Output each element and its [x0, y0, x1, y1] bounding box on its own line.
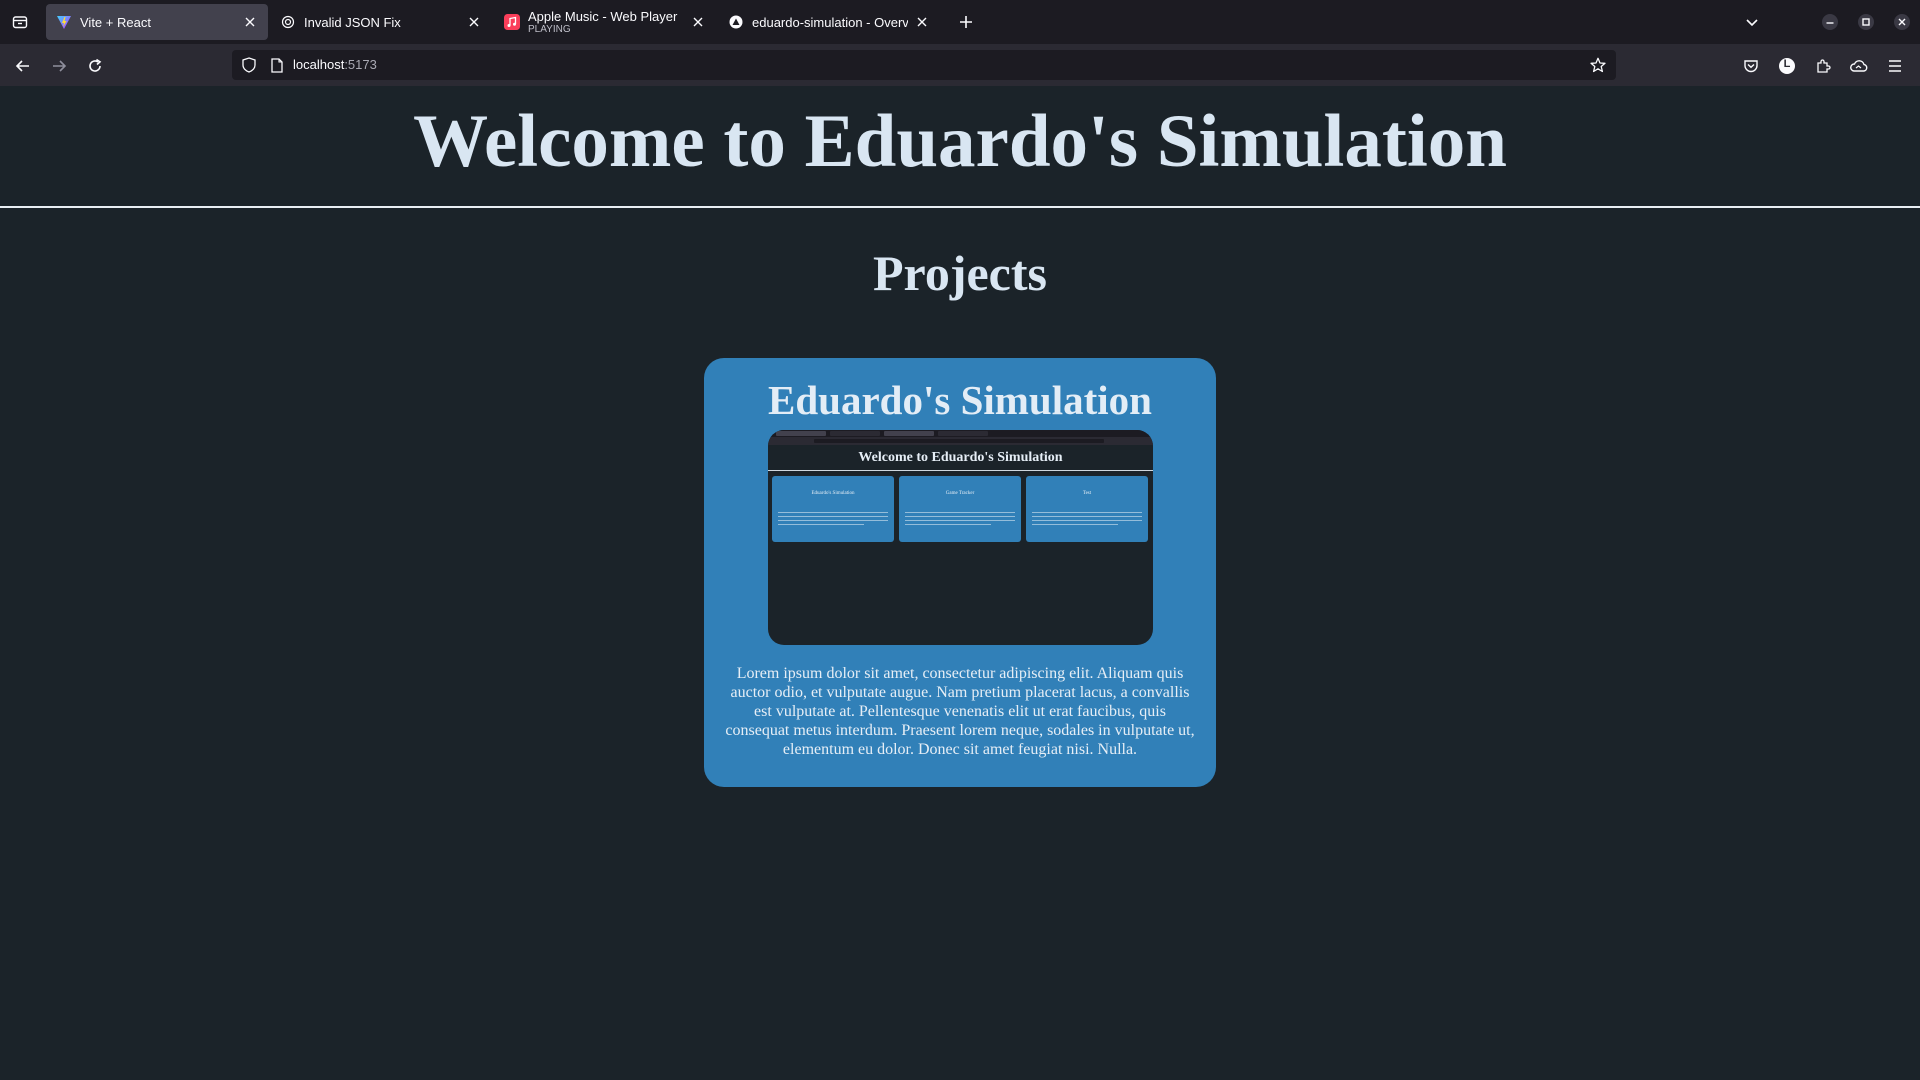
forward-arrow-icon[interactable] — [46, 53, 72, 79]
page-content: Welcome to Eduardo's Simulation Projects… — [0, 86, 1920, 1080]
thumbnail-project-card: Game Tracker — [899, 476, 1021, 542]
browser-tab-bar: Vite + React Invalid JSON Fix Apple Musi… — [0, 0, 1920, 44]
reload-icon[interactable] — [82, 53, 108, 79]
project-thumbnail-image: Welcome to Eduardo's Simulation Eduardo'… — [768, 430, 1153, 645]
extensions-puzzle-icon[interactable] — [1810, 53, 1836, 79]
title-divider — [0, 206, 1920, 208]
thumbnail-tab — [830, 431, 880, 436]
url-port: :5173 — [344, 57, 377, 72]
avatar-initial: L — [1783, 58, 1791, 70]
project-card-title: Eduardo's Simulation — [768, 377, 1152, 423]
tab-title: Invalid JSON Fix — [304, 14, 401, 30]
thumbnail-card-text-line — [1032, 512, 1142, 513]
account-avatar[interactable]: L — [1774, 53, 1800, 79]
pocket-icon[interactable] — [1738, 53, 1764, 79]
extension-cloud-icon[interactable] — [1846, 53, 1872, 79]
close-tab-icon[interactable] — [914, 14, 930, 30]
thumbnail-tab — [776, 431, 826, 436]
thumbnail-tab — [884, 431, 934, 436]
tab-eduardo-simulation-overview[interactable]: eduardo-simulation - Overview - — [718, 4, 940, 40]
url-host: localhost — [293, 57, 345, 72]
close-tab-icon[interactable] — [466, 14, 482, 30]
back-arrow-icon[interactable] — [10, 53, 36, 79]
thumbnail-card-text-line — [778, 512, 888, 513]
tab-title: eduardo-simulation - Overview - — [752, 14, 908, 30]
url-text[interactable]: localhost:5173 — [293, 57, 377, 72]
thumbnail-url-bar — [814, 439, 1104, 443]
tab-vite-react[interactable]: Vite + React — [46, 4, 268, 40]
project-card[interactable]: Eduardo's Simulation Welcome to Eduardo'… — [704, 358, 1216, 787]
thumbnail-card-text-line — [1032, 520, 1142, 521]
bookmark-star-icon[interactable] — [1588, 55, 1608, 75]
tab-title: Apple Music - Web Player — [528, 9, 678, 24]
thumbnail-tab-bar — [768, 430, 1153, 437]
thumbnail-card-text-line — [905, 520, 1015, 521]
thumbnail-card-text-line — [778, 516, 888, 517]
project-card-description: Lorem ipsum dolor sit amet, consectetur … — [725, 665, 1195, 758]
close-window-icon[interactable] — [1890, 10, 1914, 34]
tracking-protection-shield-icon[interactable] — [240, 56, 258, 74]
thumbnail-card-text-line — [905, 512, 1015, 513]
thumbnail-project-card: Eduardo's Simulation — [772, 476, 894, 542]
list-all-tabs-chevron-down-icon[interactable] — [1740, 10, 1764, 34]
thumbnail-card-text-line — [905, 516, 1015, 517]
thumbnail-tab — [938, 431, 988, 436]
vercel-triangle-icon — [728, 14, 744, 30]
address-bar[interactable]: localhost:5173 — [232, 50, 1616, 80]
tab-invalid-json-fix[interactable]: Invalid JSON Fix — [270, 4, 492, 40]
thumbnail-card-text-line — [1032, 524, 1118, 525]
thumbnail-card-text-line — [778, 520, 888, 521]
new-tab-plus-icon[interactable] — [954, 10, 978, 34]
tab-title: Vite + React — [80, 14, 151, 30]
thumbnail-divider — [768, 470, 1153, 471]
close-tab-icon[interactable] — [690, 14, 706, 30]
close-tab-icon[interactable] — [242, 14, 258, 30]
vite-logo-icon — [56, 14, 72, 30]
page-title: Welcome to Eduardo's Simulation — [413, 100, 1507, 183]
page-info-icon[interactable] — [268, 56, 286, 74]
maximize-window-icon[interactable] — [1854, 10, 1878, 34]
thumbnail-heading: Welcome to Eduardo's Simulation — [858, 450, 1063, 465]
menu-hamburger-icon[interactable] — [1882, 53, 1908, 79]
openai-logo-icon — [280, 14, 296, 30]
browser-nav-bar: localhost:5173 L — [0, 44, 1920, 86]
minimize-window-icon[interactable] — [1818, 10, 1842, 34]
thumbnail-card-text-line — [1032, 516, 1142, 517]
thumbnail-card-text-line — [778, 524, 864, 525]
tab-overview-icon[interactable] — [8, 10, 32, 34]
thumbnail-card-text-line — [905, 524, 991, 525]
thumbnail-project-card: Test — [1026, 476, 1148, 542]
thumbnail-card-title: Test — [1082, 491, 1092, 496]
thumbnail-card-title: Eduardo's Simulation — [811, 491, 855, 496]
tab-playing-status: PLAYING — [528, 24, 571, 35]
thumbnail-card-title: Game Tracker — [945, 491, 975, 496]
projects-heading: Projects — [873, 245, 1047, 301]
tab-apple-music[interactable]: Apple Music - Web Player PLAYING — [494, 4, 716, 40]
apple-music-icon — [504, 14, 520, 30]
